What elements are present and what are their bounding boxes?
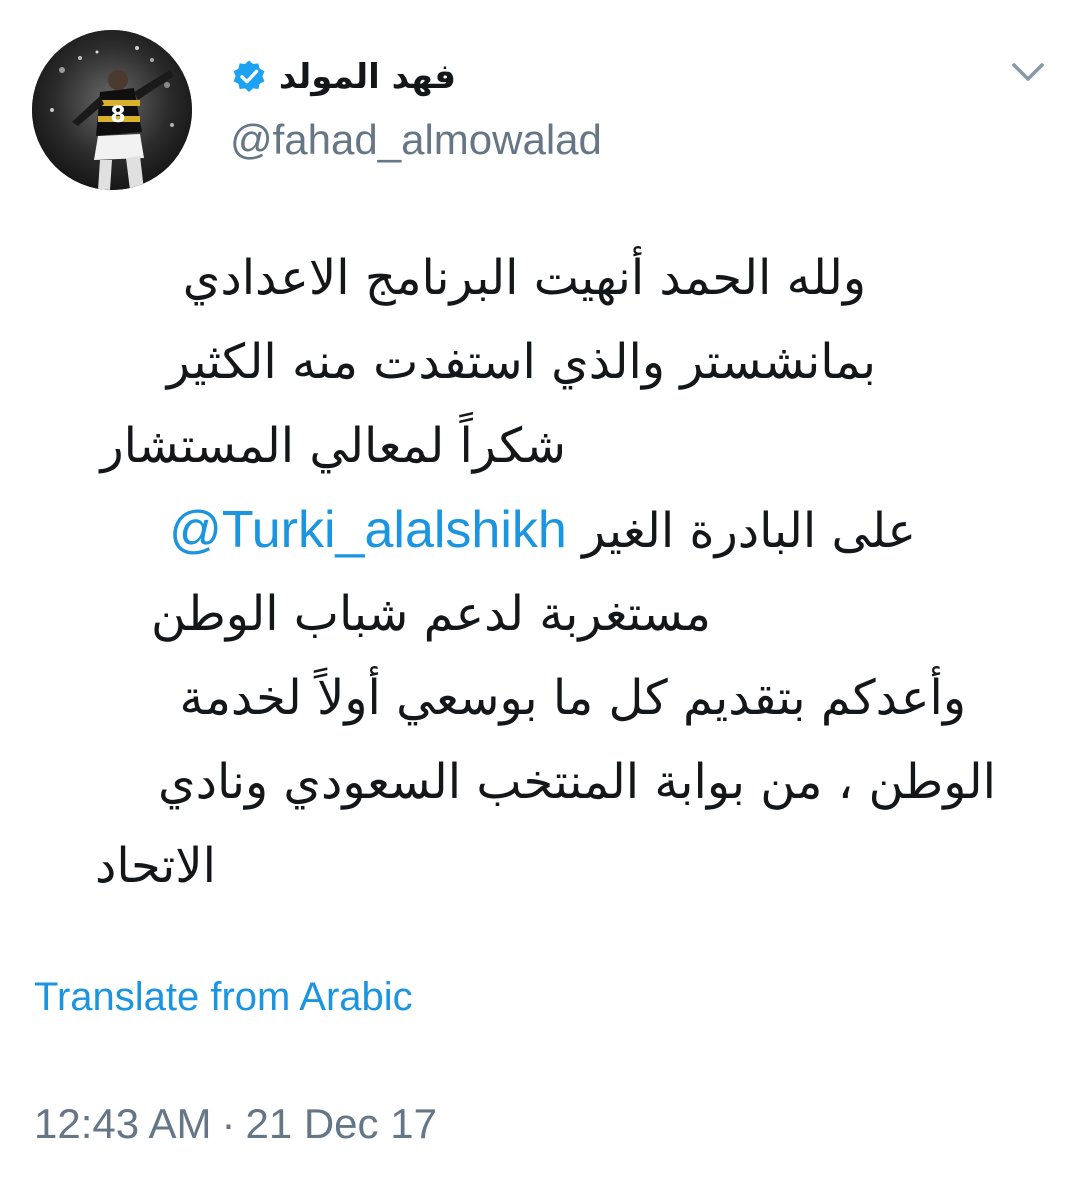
tweet-detail: 8 فهد المولد @fahad_almowalad ولله الحمد…	[0, 0, 1076, 1180]
timestamp-separator: ·	[221, 1100, 236, 1147]
timestamp-time: 12:43 AM	[34, 1100, 212, 1147]
more-options-button[interactable]	[1006, 52, 1050, 92]
tweet-line: الاتحاد	[94, 838, 216, 894]
tweet-line: شكراً لمعالي المستشار	[100, 418, 567, 474]
tweet-line-text: على البادرة الغير	[582, 503, 916, 559]
display-name-row[interactable]: فهد المولد	[231, 50, 456, 104]
display-name[interactable]: فهد المولد	[279, 50, 456, 104]
mention-link[interactable]: @Turki_alalshikh	[169, 501, 567, 559]
tweet-line: مستغربة لدعم شباب الوطن	[151, 586, 711, 642]
chevron-down-icon	[1012, 63, 1044, 81]
avatar-image: 8	[32, 30, 192, 190]
verified-badge-icon	[231, 59, 267, 95]
tweet-line: ولله الحمد أنهيت البرنامج الاعدادي	[182, 250, 866, 306]
avatar[interactable]: 8	[32, 30, 192, 190]
tweet-line: بمانشستر والذي استفدت منه الكثير	[166, 334, 876, 390]
timestamp-date: 21 Dec 17	[245, 1100, 437, 1147]
user-handle[interactable]: @fahad_almowalad	[230, 112, 602, 168]
tweet-line-with-mention: على البادرة الغير @Turki_alalshikh	[30, 488, 1036, 572]
tweet-line: الوطن ، من بوابة المنتخب السعودي ونادي	[158, 754, 996, 810]
translate-link[interactable]: Translate from Arabic	[34, 970, 413, 1024]
tweet-text: ولله الحمد أنهيت البرنامج الاعدادي بمانش…	[30, 236, 1036, 908]
timestamp[interactable]: 12:43 AM · 21 Dec 17	[34, 1096, 437, 1152]
svg-text:8: 8	[110, 103, 125, 128]
tweet-line: وأعدكم بتقديم كل ما بوسعي أولاً لخدمة	[179, 670, 966, 726]
